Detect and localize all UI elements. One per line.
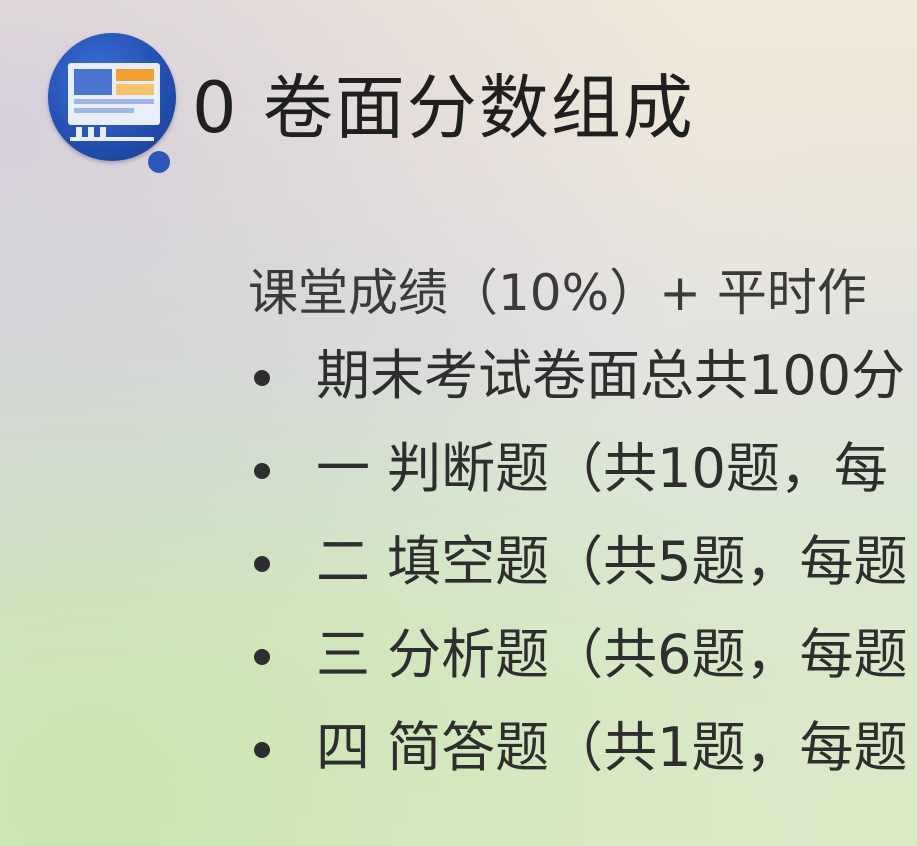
bullet-dot — [254, 742, 270, 758]
list-item-text: 四 简答题（共1题，每题 — [316, 716, 908, 779]
list-item-text: 期末考试卷面总共100分 — [316, 344, 906, 407]
score-formula: 课堂成绩（10%）+ 平时作 — [248, 264, 867, 322]
list-item-text: 三 分析题（共6题，每题 — [316, 623, 908, 686]
slide-title: 0 卷面分数组成 — [192, 67, 695, 149]
slide: 0 卷面分数组成 课堂成绩（10%）+ 平时作 期末考试卷面总共100分 一 判… — [0, 0, 917, 846]
bullet-dot — [254, 556, 270, 572]
bullet-dot — [254, 463, 270, 479]
list-item-text: 二 填空题（共5题，每题 — [316, 530, 908, 593]
list-item-text: 一 判断题（共10题，每 — [316, 437, 888, 500]
presentation-monitor-icon — [48, 33, 176, 173]
logo-dot — [148, 151, 170, 173]
bullet-dot — [254, 649, 270, 665]
bullet-dot — [254, 370, 270, 386]
